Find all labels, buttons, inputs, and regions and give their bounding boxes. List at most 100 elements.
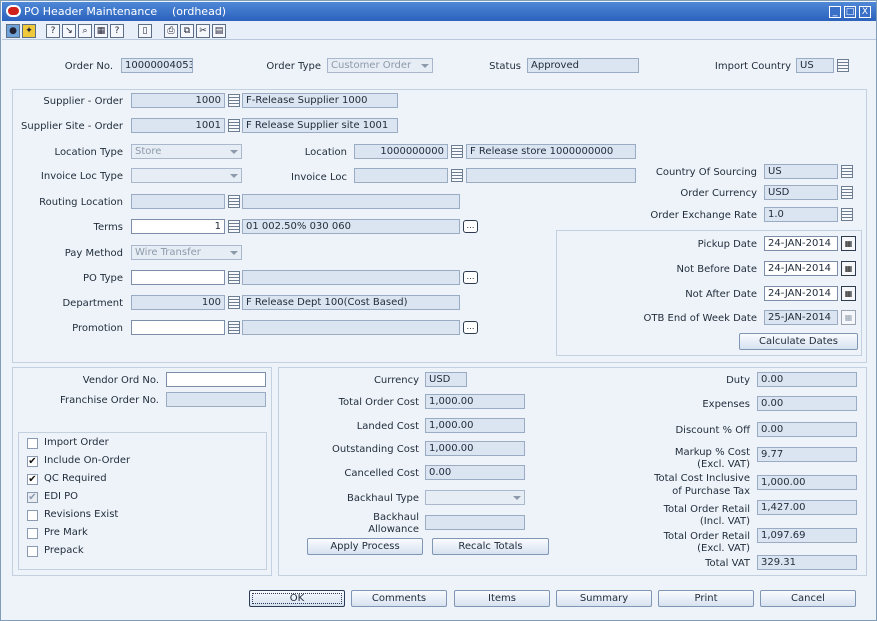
- retail-incl-field[interactable]: 1,427.00: [757, 500, 857, 515]
- otb-date-field[interactable]: 25-JAN-2014: [764, 310, 838, 325]
- department-id-field[interactable]: 100: [131, 295, 225, 310]
- cancelled-cost-field[interactable]: 0.00: [425, 465, 525, 480]
- order-type-select[interactable]: Customer Order: [327, 58, 433, 73]
- cut-icon[interactable]: ✂: [196, 24, 210, 38]
- minimize-button[interactable]: _: [829, 6, 841, 18]
- vendor-ord-field[interactable]: [166, 372, 266, 387]
- order-currency-lov-icon[interactable]: [841, 186, 853, 199]
- pay-method-select[interactable]: Wire Transfer: [131, 245, 242, 260]
- discount-field[interactable]: 0.00: [757, 422, 857, 437]
- new-document-icon[interactable]: ▯: [138, 24, 152, 38]
- invoice-loc-name-field[interactable]: [466, 168, 636, 183]
- landed-cost-field[interactable]: 1,000.00: [425, 418, 525, 433]
- invoice-loc-lov-icon[interactable]: [451, 169, 463, 182]
- not-before-date-field[interactable]: 24-JAN-2014: [764, 261, 838, 276]
- supplier-id-field[interactable]: 1000: [131, 93, 225, 108]
- import-country-lov-icon[interactable]: [837, 59, 849, 72]
- items-button[interactable]: Items: [454, 590, 550, 607]
- pickup-date-field[interactable]: 24-JAN-2014: [764, 236, 838, 251]
- status-field[interactable]: Approved: [527, 58, 639, 73]
- exchange-rate-lov-icon[interactable]: [841, 208, 853, 221]
- apply-process-button[interactable]: Apply Process: [307, 538, 423, 555]
- country-of-sourcing-lov-icon[interactable]: [841, 165, 853, 178]
- comments-button[interactable]: Comments: [351, 590, 447, 607]
- paste-icon[interactable]: ▤: [212, 24, 226, 38]
- location-lov-icon[interactable]: [451, 145, 463, 158]
- markup-field[interactable]: 9.77: [757, 447, 857, 462]
- close-button[interactable]: X: [859, 6, 871, 18]
- supplier-site-id-field[interactable]: 1001: [131, 118, 225, 133]
- franchise-order-field[interactable]: [166, 392, 266, 407]
- option-checkbox[interactable]: [27, 510, 38, 521]
- option-checkbox[interactable]: ✔: [27, 474, 38, 485]
- next-record-icon[interactable]: ↘: [62, 24, 76, 38]
- department-lov-icon[interactable]: [228, 296, 240, 309]
- supplier-site-name-field[interactable]: F Release Supplier site 1001: [242, 118, 398, 133]
- maximize-button[interactable]: □: [844, 6, 856, 18]
- not-after-date-field[interactable]: 24-JAN-2014: [764, 286, 838, 301]
- routing-location-lov-icon[interactable]: [228, 195, 240, 208]
- total-order-cost-field[interactable]: 1,000.00: [425, 394, 525, 409]
- backhaul-type-select[interactable]: [425, 490, 525, 505]
- option-checkbox[interactable]: [27, 438, 38, 449]
- ok-button[interactable]: OK: [249, 590, 345, 607]
- not-before-calendar-icon[interactable]: ▦: [841, 261, 856, 276]
- invoice-loc-type-label: Invoice Loc Type: [40, 171, 123, 182]
- option-checkbox[interactable]: [27, 528, 38, 539]
- exchange-rate-field[interactable]: 1.0: [764, 207, 838, 222]
- calculate-dates-button[interactable]: Calculate Dates: [739, 333, 858, 350]
- total-vat-field[interactable]: 329.31: [757, 555, 857, 570]
- po-type-desc-field[interactable]: [242, 270, 460, 285]
- promotion-field[interactable]: [131, 320, 225, 335]
- pickup-calendar-icon[interactable]: ▦: [841, 236, 856, 251]
- supplier-name-field[interactable]: F-Release Supplier 1000: [242, 93, 398, 108]
- backhaul-allowance-field[interactable]: [425, 515, 525, 530]
- promotion-edit-icon[interactable]: …: [463, 321, 478, 334]
- outstanding-cost-field[interactable]: 1,000.00: [425, 441, 525, 456]
- retail-excl-field[interactable]: 1,097.69: [757, 528, 857, 543]
- print-icon[interactable]: ⎙: [164, 24, 178, 38]
- help-topics-icon[interactable]: ?: [110, 24, 124, 38]
- currency-field[interactable]: USD: [425, 372, 467, 387]
- terms-lov-icon[interactable]: [228, 220, 240, 233]
- country-of-sourcing-field[interactable]: US: [764, 164, 838, 179]
- po-type-field[interactable]: [131, 270, 225, 285]
- not-after-calendar-icon[interactable]: ▦: [841, 286, 856, 301]
- routing-location-name-field[interactable]: [242, 194, 460, 209]
- action-icon[interactable]: ✦: [22, 24, 36, 38]
- save-icon[interactable]: ▦: [94, 24, 108, 38]
- routing-location-field[interactable]: [131, 194, 225, 209]
- summary-button[interactable]: Summary: [556, 590, 652, 607]
- po-type-edit-icon[interactable]: …: [463, 271, 478, 284]
- location-id-field[interactable]: 1000000000: [354, 144, 448, 159]
- total-cost-incl-field[interactable]: 1,000.00: [757, 475, 857, 490]
- option-checkbox[interactable]: ✔: [27, 456, 38, 467]
- recalc-totals-button[interactable]: Recalc Totals: [432, 538, 549, 555]
- markup-label-1: Markup % Cost: [674, 447, 750, 458]
- help-icon[interactable]: ?: [46, 24, 60, 38]
- import-country-field[interactable]: US: [796, 58, 834, 73]
- order-currency-field[interactable]: USD: [764, 185, 838, 200]
- supplier-lov-icon[interactable]: [228, 94, 240, 107]
- terms-id-field[interactable]: 1: [131, 219, 225, 234]
- promotion-lov-icon[interactable]: [228, 321, 240, 334]
- search-icon[interactable]: ⌕: [78, 24, 92, 38]
- copy-icon[interactable]: ⧉: [180, 24, 194, 38]
- department-name-field[interactable]: F Release Dept 100(Cost Based): [242, 295, 460, 310]
- expenses-field[interactable]: 0.00: [757, 396, 857, 411]
- invoice-loc-type-select[interactable]: [131, 168, 242, 183]
- terms-edit-icon[interactable]: …: [463, 220, 478, 233]
- location-name-field[interactable]: F Release store 1000000000: [466, 144, 636, 159]
- po-type-lov-icon[interactable]: [228, 271, 240, 284]
- order-no-field[interactable]: 100000040538: [121, 58, 193, 73]
- print-button[interactable]: Print: [658, 590, 754, 607]
- terms-desc-field[interactable]: 01 002.50% 030 060: [242, 219, 460, 234]
- cancel-button[interactable]: Cancel: [760, 590, 856, 607]
- duty-field[interactable]: 0.00: [757, 372, 857, 387]
- promotion-desc-field[interactable]: [242, 320, 460, 335]
- invoice-loc-field[interactable]: [354, 168, 448, 183]
- supplier-site-lov-icon[interactable]: [228, 119, 240, 132]
- option-checkbox[interactable]: [27, 546, 38, 557]
- web-help-icon[interactable]: ●: [6, 24, 20, 38]
- location-type-select[interactable]: Store: [131, 144, 242, 159]
